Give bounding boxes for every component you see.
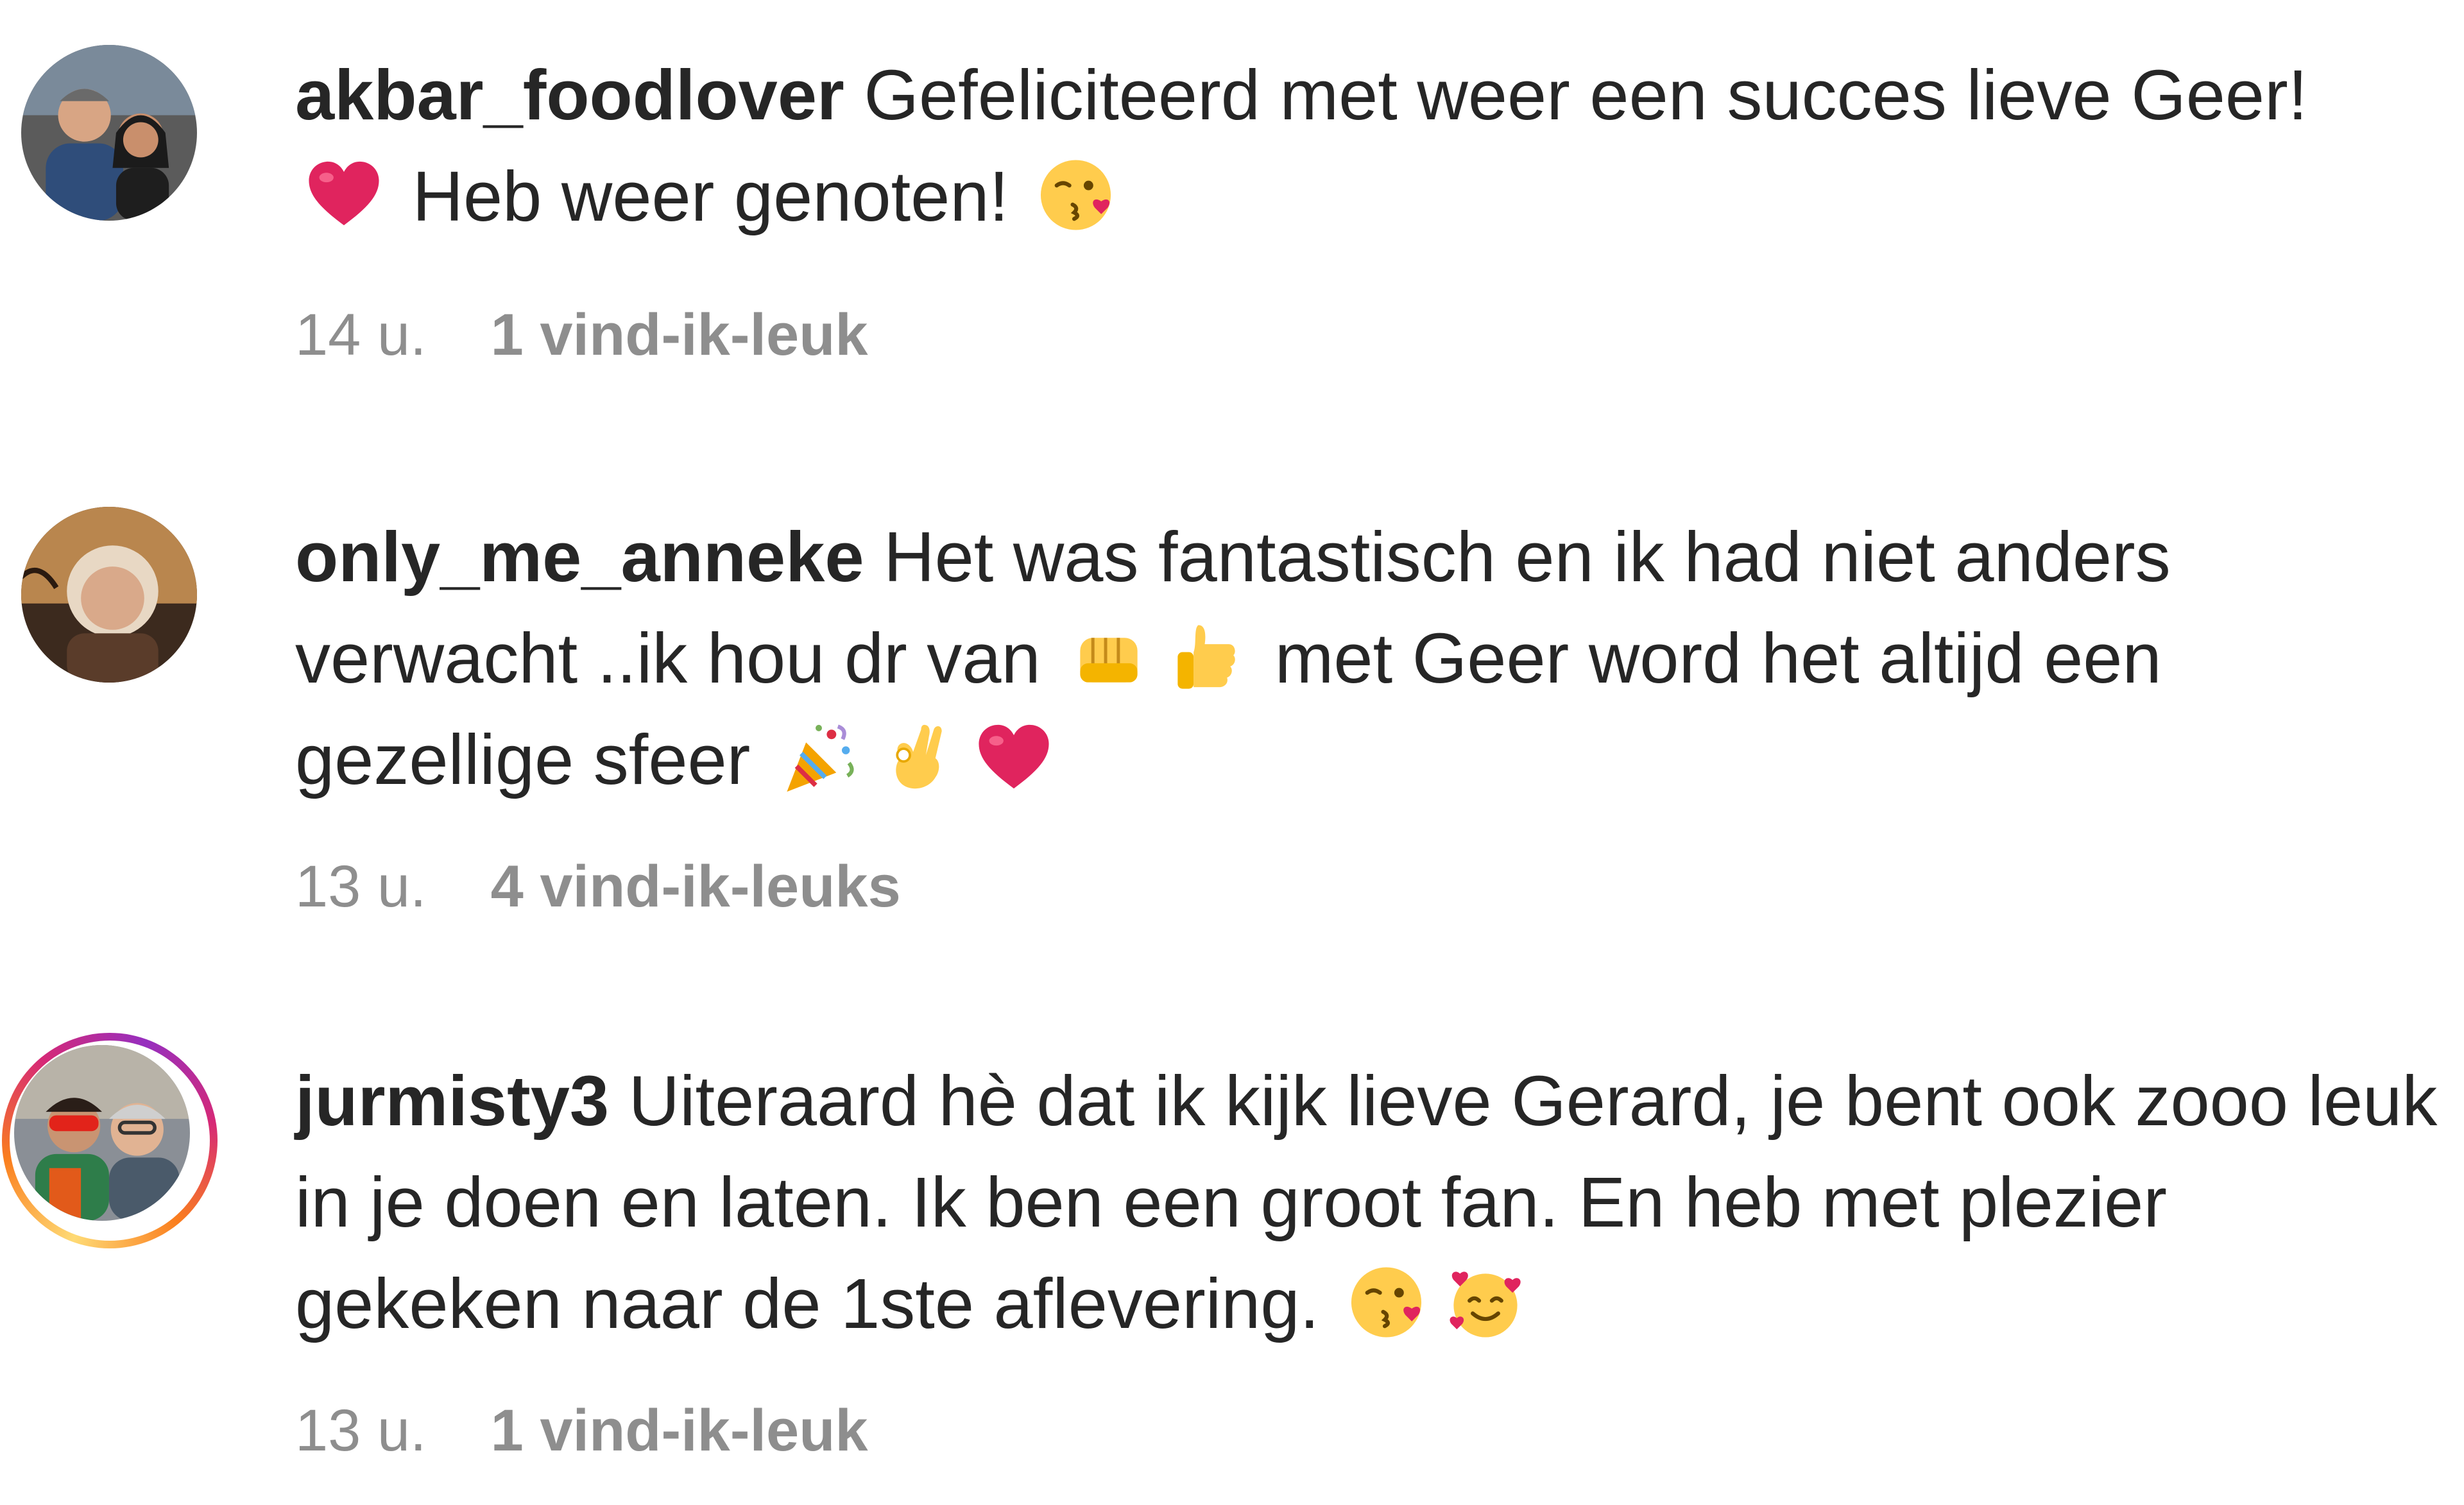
avatar[interactable] — [21, 507, 197, 683]
comment-meta: 14 u. 1 vind-ik-leuk — [295, 302, 868, 369]
comment-body: akbar_foodlover Gefeliciteerd met weer e… — [295, 45, 2438, 248]
red-heart-emoji — [304, 155, 384, 235]
avatar[interactable] — [21, 45, 197, 221]
ok-hand-emoji — [877, 718, 956, 798]
comment-meta: 13 u. 4 vind-ik-leuks — [295, 853, 901, 921]
like-count[interactable]: 1 vind-ik-leuk — [491, 1397, 868, 1465]
red-heart-emoji — [974, 718, 1054, 798]
like-count[interactable]: 1 vind-ik-leuk — [491, 302, 868, 369]
comment-text-part: Heb weer genoten! — [412, 157, 1009, 236]
like-count[interactable]: 4 vind-ik-leuks — [491, 853, 901, 921]
party-popper-emoji — [779, 718, 859, 798]
comment-text: akbar_foodlover Gefeliciteerd met weer e… — [295, 45, 2438, 248]
comment-body: jurmisty3 Uiteraard hè dat ik kijk lieve… — [295, 1051, 2438, 1355]
smiling-face-with-hearts-emoji — [1446, 1263, 1525, 1342]
comment-body: only_me_anneke Het was fantastisch en ik… — [295, 507, 2438, 811]
username[interactable]: akbar_foodlover — [295, 56, 844, 135]
username[interactable]: jurmisty3 — [295, 1062, 609, 1141]
oncoming-fist-emoji — [1069, 617, 1149, 697]
avatar-photo — [14, 1045, 190, 1221]
comment-time[interactable]: 13 u. — [295, 1397, 427, 1465]
comment-time[interactable]: 14 u. — [295, 302, 427, 369]
face-blowing-kiss-emoji — [1038, 155, 1117, 235]
avatar-photo — [21, 507, 197, 683]
story-ring[interactable] — [2, 1033, 218, 1248]
comment-text: jurmisty3 Uiteraard hè dat ik kijk lieve… — [295, 1051, 2438, 1355]
comment-text-part: Gefeliciteerd met weer een succes lieve … — [864, 56, 2308, 135]
avatar-photo — [21, 45, 197, 221]
comment-list: akbar_foodlover Gefeliciteerd met weer e… — [0, 0, 2464, 1505]
thumbs-up-emoji — [1167, 617, 1246, 697]
avatar[interactable] — [2, 1033, 218, 1248]
face-blowing-kiss-emoji — [1348, 1263, 1428, 1342]
comment-meta: 13 u. 1 vind-ik-leuk — [295, 1397, 868, 1465]
username[interactable]: only_me_anneke — [295, 518, 864, 597]
comment-text: only_me_anneke Het was fantastisch en ik… — [295, 507, 2438, 811]
comment-time[interactable]: 13 u. — [295, 853, 427, 921]
